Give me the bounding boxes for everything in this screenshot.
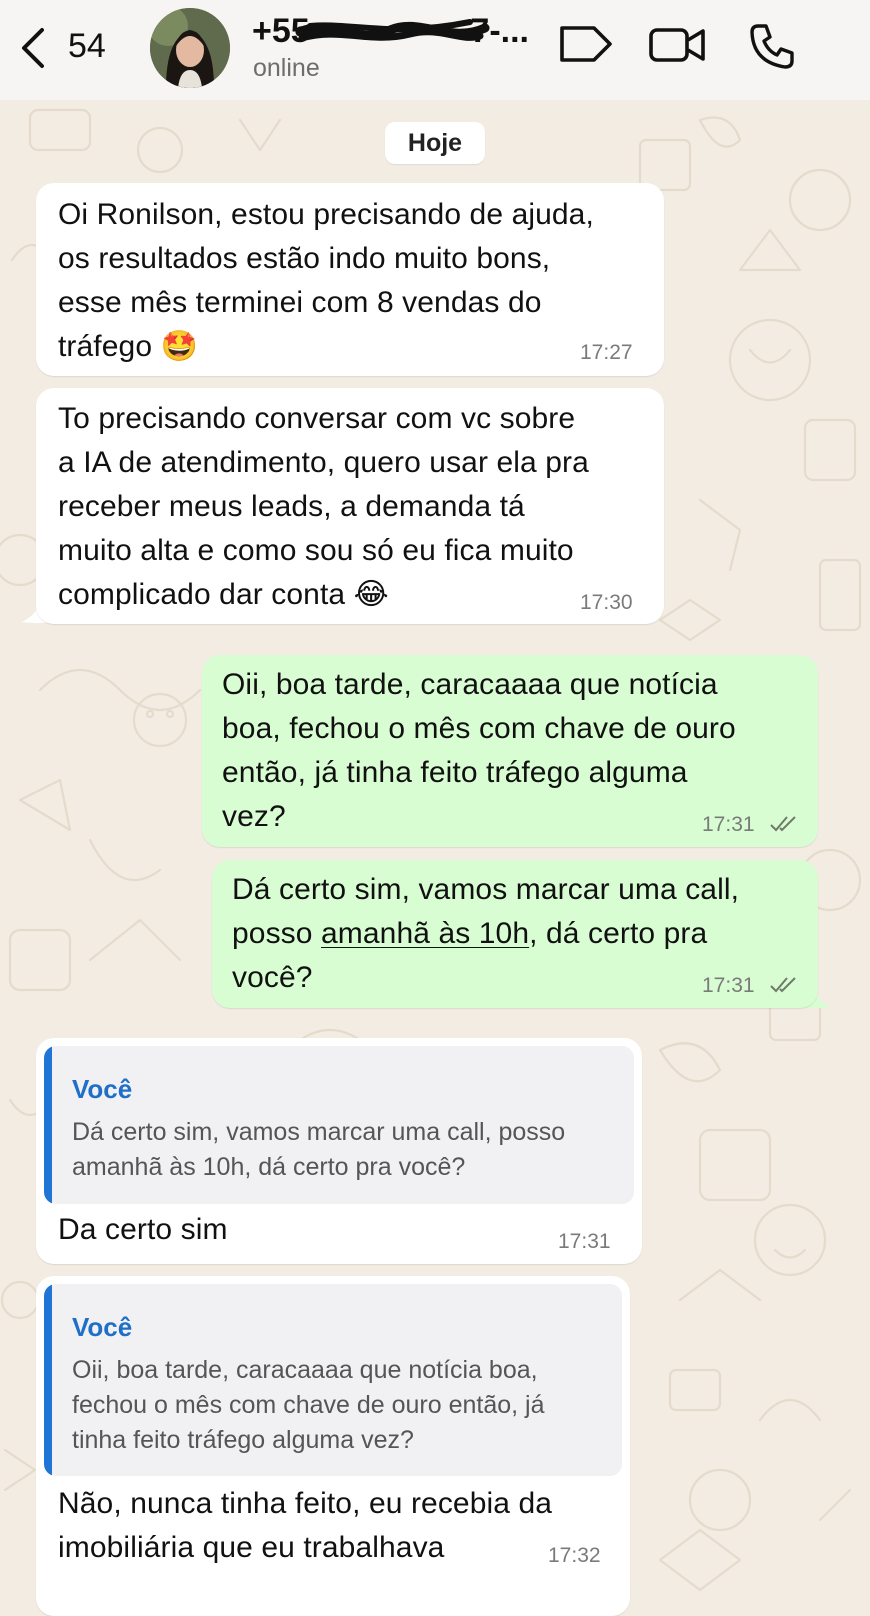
quoted-message[interactable]: Você Oii, boa tarde, caracaaaa que notíc… — [44, 1284, 622, 1476]
phone-call-icon[interactable] — [748, 22, 796, 70]
message-time: 17:30 — [580, 591, 633, 614]
message-time: 17:31 — [558, 1230, 611, 1253]
video-call-icon[interactable] — [648, 22, 706, 66]
message-text: Oi Ronilson, estou precisando de ajuda, … — [58, 198, 594, 363]
redaction-scribble — [295, 19, 490, 42]
contact-status: online — [253, 54, 320, 82]
chat-header: 54 +55 000000007-... online — [0, 0, 870, 100]
incoming-reply-bubble[interactable]: Você Dá certo sim, vamos marcar uma call… — [36, 1038, 642, 1264]
message-text: Oii, boa tarde, caracaaaa que notícia bo… — [222, 668, 736, 833]
read-receipt-icon — [770, 977, 796, 993]
message-text: Da certo sim — [58, 1213, 228, 1246]
outgoing-message-bubble[interactable]: Dá certo sim, vamos marcar uma call, pos… — [212, 860, 818, 1008]
message-text: Não, nunca tinha feito, eu recebia da im… — [58, 1487, 553, 1564]
star-struck-emoji: 🤩 — [160, 330, 199, 363]
outgoing-message-bubble[interactable]: Oii, boa tarde, caracaaaa que notícia bo… — [202, 655, 818, 847]
date-separator: Hoje — [385, 122, 485, 164]
tag-icon[interactable] — [556, 22, 614, 66]
laughing-emoji: 😂 — [353, 578, 389, 611]
incoming-message-bubble[interactable]: Oi Ronilson, estou precisando de ajuda, … — [36, 183, 664, 376]
incoming-message-bubble[interactable]: To precisando conversar com vc sobre a I… — [36, 388, 664, 624]
quoted-message[interactable]: Você Dá certo sim, vamos marcar uma call… — [44, 1046, 634, 1204]
message-time: 17:31 — [702, 974, 755, 997]
message-time: 17:27 — [580, 341, 633, 364]
contact-avatar[interactable] — [150, 8, 230, 88]
message-time: 17:32 — [548, 1544, 601, 1567]
quote-author: Você — [72, 1074, 133, 1104]
quote-text: Dá certo sim, vamos marcar uma call, pos… — [72, 1118, 566, 1181]
quote-author: Você — [72, 1312, 133, 1342]
incoming-reply-bubble[interactable]: Você Oii, boa tarde, caracaaaa que notíc… — [36, 1276, 630, 1616]
quote-accent-bar — [44, 1046, 52, 1204]
back-chevron-icon[interactable] — [18, 26, 48, 70]
quote-accent-bar — [44, 1284, 52, 1476]
message-text: To precisando conversar com vc sobre a I… — [58, 402, 589, 611]
message-time: 17:31 — [702, 813, 755, 836]
unread-count[interactable]: 54 — [68, 27, 106, 66]
message-text: Dá certo sim, vamos marcar uma call, pos… — [232, 873, 740, 994]
read-receipt-icon — [770, 816, 796, 832]
quote-text: Oii, boa tarde, caracaaaa que notícia bo… — [72, 1356, 545, 1454]
date-link[interactable]: amanhã às 10h — [321, 917, 529, 950]
